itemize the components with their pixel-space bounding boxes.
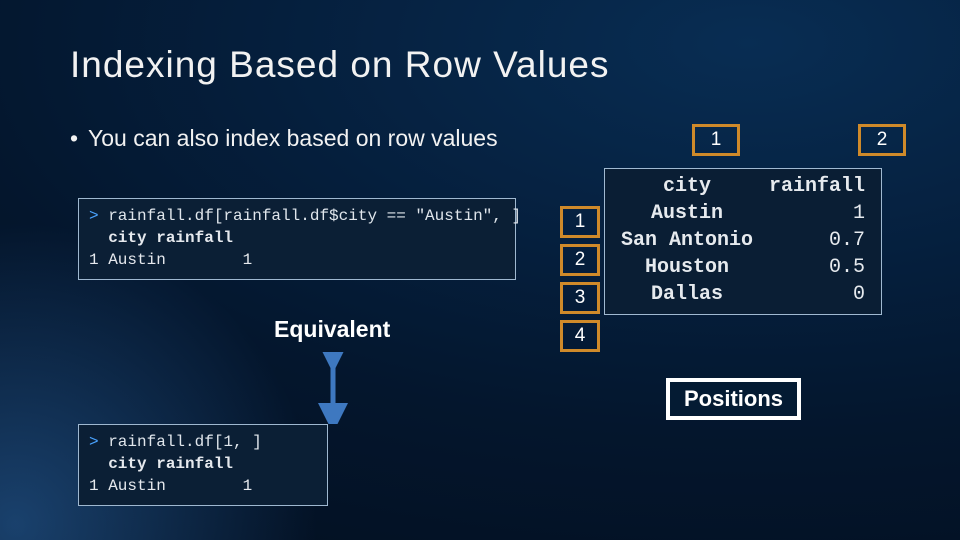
cell-city: San Antonio: [613, 227, 761, 254]
code2-cmd: rainfall.df[1, ]: [108, 433, 262, 451]
row-position-4: 4: [560, 320, 600, 352]
code-block-filter: > rainfall.df[rainfall.df$city == "Austi…: [78, 198, 516, 280]
table-row: Austin 1: [613, 200, 873, 227]
table-header-row: city rainfall: [613, 173, 873, 200]
row-position-2: 2: [560, 244, 600, 276]
table-row: Houston 0.5: [613, 254, 873, 281]
column-position-2: 2: [858, 124, 906, 156]
table-row: Dallas 0: [613, 281, 873, 308]
positions-label: Positions: [666, 378, 801, 420]
cell-city: Austin: [613, 200, 761, 227]
cell-rainfall: 0.7: [761, 227, 873, 254]
dataframe-table: city rainfall Austin 1 San Antonio 0.7 H…: [604, 168, 882, 315]
col-header-city: city: [613, 173, 761, 200]
column-position-1: 1: [692, 124, 740, 156]
equivalent-arrow-icon: [316, 352, 350, 429]
equivalent-label: Equivalent: [274, 316, 390, 343]
row-position-1: 1: [560, 206, 600, 238]
cell-rainfall: 1: [761, 200, 873, 227]
table-row: San Antonio 0.7: [613, 227, 873, 254]
code1-header: city rainfall: [89, 229, 233, 247]
code2-row: 1 Austin 1: [89, 477, 252, 495]
cell-city: Dallas: [613, 281, 761, 308]
cell-rainfall: 0: [761, 281, 873, 308]
code1-row: 1 Austin 1: [89, 251, 252, 269]
cell-city: Houston: [613, 254, 761, 281]
code-block-index: > rainfall.df[1, ] city rainfall 1 Austi…: [78, 424, 328, 506]
code2-header: city rainfall: [89, 455, 233, 473]
code1-cmd: rainfall.df[rainfall.df$city == "Austin"…: [108, 207, 521, 225]
page-title: Indexing Based on Row Values: [70, 44, 609, 86]
cell-rainfall: 0.5: [761, 254, 873, 281]
col-header-rainfall: rainfall: [761, 173, 873, 200]
bullet-text: You can also index based on row values: [88, 124, 498, 153]
row-position-3: 3: [560, 282, 600, 314]
